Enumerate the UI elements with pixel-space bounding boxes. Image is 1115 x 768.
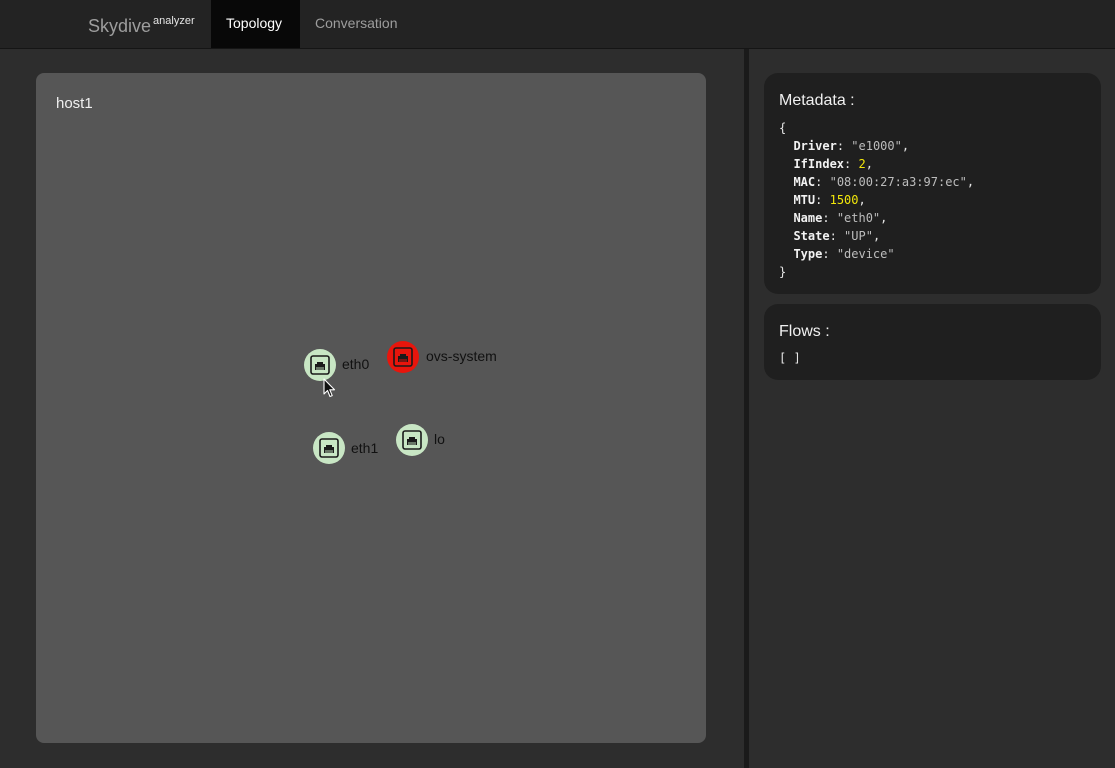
json-key-state: State [793, 229, 830, 243]
json-key-mac: MAC [793, 175, 816, 189]
json-value-state: "UP" [844, 229, 873, 243]
json-value-mac: "08:00:27:a3:97:ec" [829, 175, 967, 189]
flows-title: Flows : [779, 323, 830, 340]
ethernet-port-icon [319, 438, 339, 458]
host-label: host1 [56, 95, 93, 112]
node-eth1[interactable] [313, 432, 345, 464]
tab-conversation[interactable]: Conversation [300, 0, 413, 48]
brand-name: Skydive [88, 16, 152, 36]
flows-json: [ ] [779, 351, 801, 365]
json-key-ifindex: IfIndex [793, 157, 845, 171]
json-value-name: "eth0" [836, 211, 881, 225]
json-close-brace: } [779, 265, 787, 279]
json-key-name: Name [793, 211, 823, 225]
node-label-eth0: eth0 [342, 356, 370, 372]
metadata-title: Metadata : [779, 92, 855, 109]
node-eth0[interactable] [304, 349, 336, 381]
topology-pane[interactable]: host1 eth0 ovs-system eth1 lo [0, 49, 744, 768]
navbar: Skydive analyzer Topology Conversation [0, 0, 1115, 49]
node-label-lo: lo [434, 431, 445, 447]
json-key-type: Type [793, 247, 823, 261]
json-key-driver: Driver [793, 139, 837, 153]
json-value-mtu: 1500 [829, 193, 859, 207]
metadata-json: { Driver: "e1000", IfIndex: 2, MAC: "08:… [779, 121, 975, 279]
metadata-panel: Metadata : { Driver: "e1000", IfIndex: 2… [764, 73, 1101, 294]
node-label-eth1: eth1 [351, 440, 379, 456]
json-value-type: "device" [836, 247, 895, 261]
json-open-brace: { [779, 121, 787, 135]
ethernet-port-icon [402, 430, 422, 450]
node-ovs-system[interactable] [387, 341, 419, 373]
brand-logo[interactable]: Skydive analyzer [88, 15, 195, 37]
details-pane: Metadata : { Driver: "e1000", IfIndex: 2… [749, 49, 1115, 768]
mouse-cursor-icon [323, 378, 336, 398]
host-group[interactable]: host1 eth0 ovs-system eth1 lo [36, 73, 706, 743]
node-label-ovs-system: ovs-system [426, 348, 497, 364]
brand-subtitle: analyzer [153, 15, 195, 27]
flows-panel: Flows : [ ] [764, 304, 1101, 380]
json-key-mtu: MTU [793, 193, 816, 207]
json-value-driver: "e1000" [851, 139, 902, 153]
ethernet-port-icon [310, 355, 330, 375]
node-lo[interactable] [396, 424, 428, 456]
tab-topology[interactable]: Topology [211, 0, 300, 48]
json-value-ifindex: 2 [858, 157, 866, 171]
ethernet-port-icon [393, 347, 413, 367]
